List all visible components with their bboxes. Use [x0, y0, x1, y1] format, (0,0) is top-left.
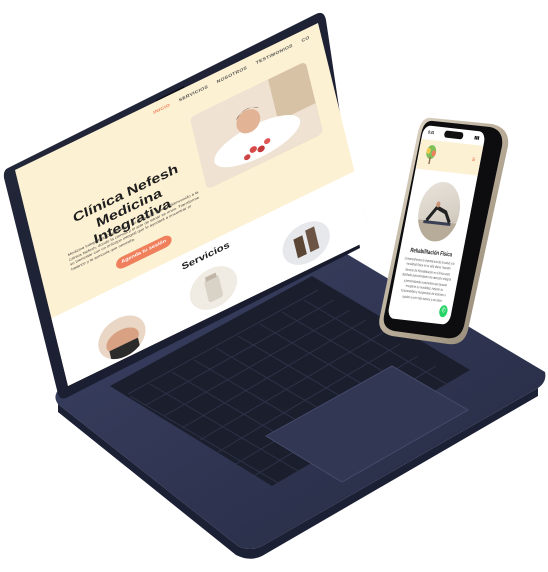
whatsapp-icon[interactable]: ✆: [438, 304, 449, 318]
nav-item-contacto[interactable]: CO: [301, 35, 310, 43]
hero-photo: [189, 61, 324, 190]
nav-item-inicio[interactable]: INICIO: [153, 103, 171, 115]
service-description: Comprendemos la importancia de la salud …: [400, 256, 455, 303]
signal-battery-icon: ▮▮▮: [473, 134, 480, 141]
nav-item-servicios[interactable]: SERVICIOS: [179, 85, 209, 103]
service-photo: [413, 179, 465, 244]
status-time: 9:41: [427, 129, 435, 136]
